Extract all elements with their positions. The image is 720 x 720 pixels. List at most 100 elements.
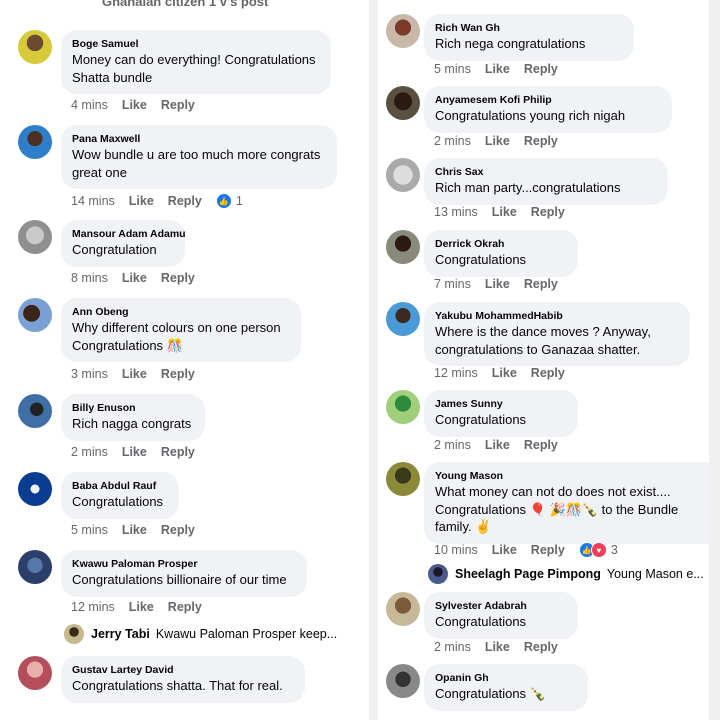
comment-timestamp: 8 mins — [71, 271, 108, 285]
comment-author-name[interactable]: Yakubu MohammedHabib — [435, 309, 679, 323]
reaction-summary[interactable]: 👍 ♥ 3 — [578, 542, 618, 558]
reply-button[interactable]: Reply — [524, 438, 558, 452]
avatar[interactable] — [18, 125, 52, 159]
comment-actions: 14 mins Like Reply 👍 1 — [71, 193, 243, 209]
like-button[interactable]: Like — [492, 205, 517, 219]
reply-button[interactable]: Reply — [161, 367, 195, 381]
reply-button[interactable]: Reply — [524, 640, 558, 654]
comment-author-name[interactable]: Baba Abdul Rauf — [72, 479, 168, 493]
left-comments-panel: Ghanaian citizen 1 v's post Boge Samuel M… — [0, 0, 369, 720]
comment-bubble: Gustav Lartey David Congratulations shatt… — [61, 656, 305, 703]
comment-timestamp: 2 mins — [434, 438, 471, 452]
avatar[interactable] — [386, 14, 420, 48]
comment-text-line: Congratulations 🎊 — [72, 337, 183, 353]
comment-actions: 7 mins Like Reply — [434, 277, 572, 291]
reply-button[interactable]: Reply — [531, 205, 565, 219]
like-button[interactable]: Like — [122, 523, 147, 537]
reply-button[interactable]: Reply — [168, 600, 202, 614]
comment-text-line: Where is the dance moves ? Anyway, — [435, 324, 651, 339]
avatar[interactable] — [18, 394, 52, 428]
like-button[interactable]: Like — [122, 445, 147, 459]
like-button[interactable]: Like — [122, 271, 147, 285]
comment-timestamp: 2 mins — [434, 134, 471, 148]
like-button[interactable]: Like — [492, 543, 517, 557]
avatar[interactable] — [18, 30, 52, 64]
avatar[interactable] — [18, 220, 52, 254]
comment-author-name[interactable]: Billy Enuson — [72, 401, 194, 415]
comment-author-name[interactable]: Sylvester Adabrah — [435, 599, 567, 613]
reply-button[interactable]: Reply — [524, 62, 558, 76]
like-button[interactable]: Like — [485, 438, 510, 452]
comment-bubble: Billy Enuson Rich nagga congrats — [61, 394, 205, 441]
comment-bubble: Sylvester Adabrah Congratulations — [424, 592, 578, 639]
comment-author-name[interactable]: Mansour Adam Adamu — [72, 227, 186, 241]
reply-author-name[interactable]: Jerry Tabi — [91, 627, 150, 641]
reply-button[interactable]: Reply — [524, 134, 558, 148]
comment-text-line: Congratulations — [72, 494, 164, 509]
comment-bubble: Anyamesem Kofi Philip Congratulations you… — [424, 86, 672, 133]
comment-author-name[interactable]: Chris Sax — [435, 165, 657, 179]
reply-button[interactable]: Reply — [161, 523, 195, 537]
comment-actions: 13 mins Like Reply — [434, 205, 579, 219]
avatar[interactable] — [18, 298, 52, 332]
comment-author-name[interactable]: Pana Maxwell — [72, 132, 326, 146]
comment-text-line: congratulations to Ganazaa shatter. — [435, 341, 641, 357]
reply-author-name[interactable]: Sheelagh Page Pimpong — [455, 567, 601, 581]
reply-avatar[interactable] — [428, 564, 448, 584]
comment-author-name[interactable]: James Sunny — [435, 397, 567, 411]
like-button[interactable]: Like — [122, 98, 147, 112]
comment-author-name[interactable]: Ann Obeng — [72, 305, 290, 319]
avatar[interactable] — [386, 302, 420, 336]
comment-actions: 3 mins Like Reply — [71, 367, 209, 381]
reply-button[interactable]: Reply — [524, 277, 558, 291]
like-button[interactable]: Like — [485, 640, 510, 654]
avatar[interactable] — [386, 158, 420, 192]
comment-timestamp: 10 mins — [434, 543, 478, 557]
comment-author-name[interactable]: Gustav Lartey David — [72, 663, 294, 677]
reply-button[interactable]: Reply — [531, 543, 565, 557]
like-button[interactable]: Like — [492, 366, 517, 380]
like-button[interactable]: Like — [129, 194, 154, 208]
comment-author-name[interactable]: Opanin Gh — [435, 671, 577, 685]
reaction-summary[interactable]: 👍 1 — [215, 193, 243, 209]
comment-actions: 5 mins Like Reply — [71, 523, 209, 537]
comment-text-line: Why different colours on one person — [72, 320, 281, 335]
reply-button[interactable]: Reply — [161, 445, 195, 459]
avatar[interactable] — [18, 472, 52, 506]
reply-button[interactable]: Reply — [531, 366, 565, 380]
avatar[interactable] — [18, 550, 52, 584]
comment-author-name[interactable]: Boge Samuel — [72, 37, 320, 51]
avatar[interactable] — [386, 592, 420, 626]
like-button[interactable]: Like — [122, 367, 147, 381]
comment-text-line: Congratulations — [435, 412, 527, 427]
right-comments-panel: Rich Wan Gh Rich nega congratulations 5 mi… — [378, 0, 709, 720]
avatar[interactable] — [386, 664, 420, 698]
comment-author-name[interactable]: Derrick Okrah — [435, 237, 567, 251]
comment-author-name[interactable]: Young Mason — [435, 469, 709, 483]
reply-preview[interactable]: Jerry Tabi Kwawu Paloman Prosper keep... — [64, 624, 337, 644]
like-button[interactable]: Like — [485, 62, 510, 76]
comment-timestamp: 5 mins — [434, 62, 471, 76]
avatar[interactable] — [386, 86, 420, 120]
comment-bubble: Opanin Gh Congratulations 🍾 — [424, 664, 588, 711]
reply-button[interactable]: Reply — [168, 194, 202, 208]
reply-preview[interactable]: Sheelagh Page Pimpong Young Mason e... — [428, 564, 704, 584]
avatar[interactable] — [386, 462, 420, 496]
comment-author-name[interactable]: Kwawu Paloman Prosper — [72, 557, 296, 571]
comment-text-line: Shatta bundle — [72, 69, 153, 85]
comment-actions: 12 mins Like Reply — [71, 600, 216, 614]
reply-avatar[interactable] — [64, 624, 84, 644]
reply-button[interactable]: Reply — [161, 98, 195, 112]
comment-text-line: Wow bundle u are too much more congrats — [72, 147, 321, 162]
avatar[interactable] — [386, 390, 420, 424]
avatar[interactable] — [18, 656, 52, 690]
like-button[interactable]: Like — [485, 277, 510, 291]
comment-bubble: Boge Samuel Money can do everything! Cong… — [61, 30, 331, 94]
comment-text-line: Rich nega congratulations — [435, 36, 586, 51]
comment-author-name[interactable]: Rich Wan Gh — [435, 21, 623, 35]
reply-button[interactable]: Reply — [161, 271, 195, 285]
avatar[interactable] — [386, 230, 420, 264]
like-button[interactable]: Like — [485, 134, 510, 148]
comment-author-name[interactable]: Anyamesem Kofi Philip — [435, 93, 661, 107]
like-button[interactable]: Like — [129, 600, 154, 614]
